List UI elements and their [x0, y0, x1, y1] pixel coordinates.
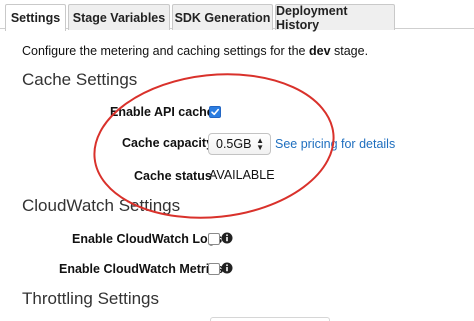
enable-cloudwatch-logs-label: Enable CloudWatch Logs: [72, 232, 223, 246]
cache-settings-title: Cache Settings: [22, 70, 138, 89]
tab-bar: Settings Stage Variables SDK Generation …: [0, 0, 474, 32]
cache-status-value: AVAILABLE: [209, 168, 275, 182]
enable-api-cache-checkbox[interactable]: [209, 106, 221, 118]
throttling-input-field[interactable]: [210, 317, 330, 321]
info-icon[interactable]: [221, 232, 233, 244]
tab-settings[interactable]: Settings: [5, 4, 66, 31]
tab-deployment-history[interactable]: Deployment History: [275, 3, 395, 32]
cache-capacity-select[interactable]: 0.5GB ▲ ▼: [208, 133, 271, 155]
checkmark-icon: [211, 108, 219, 116]
enable-api-cache-label: Enable API cache: [110, 105, 214, 119]
cache-capacity-label: Cache capacity: [122, 136, 214, 150]
see-pricing-link[interactable]: See pricing for details: [275, 137, 395, 151]
select-arrows-icon: ▲ ▼: [256, 136, 264, 152]
cache-capacity-value: 0.5GB: [216, 137, 252, 151]
stage-name: dev: [308, 44, 331, 58]
enable-cloudwatch-metrics-label: Enable CloudWatch Metrics: [59, 262, 224, 276]
tab-stage-variables[interactable]: Stage Variables: [68, 4, 170, 30]
tab-sdk-generation[interactable]: SDK Generation: [172, 4, 273, 30]
enable-cloudwatch-logs-checkbox[interactable]: [208, 233, 220, 245]
intro-text: Configure the metering and caching setti…: [22, 44, 368, 58]
intro-suffix: stage.: [330, 44, 369, 58]
tab-sdk-generation-label: SDK Generation: [174, 10, 271, 25]
tab-settings-label: Settings: [10, 11, 61, 25]
enable-cloudwatch-metrics-checkbox[interactable]: [208, 263, 220, 275]
cache-status-label: Cache status: [134, 169, 212, 183]
info-icon[interactable]: [221, 262, 233, 274]
tab-stage-variables-label: Stage Variables: [72, 10, 166, 25]
intro-prefix: Configure the metering and caching setti…: [22, 44, 309, 58]
cloudwatch-settings-title: CloudWatch Settings: [22, 196, 181, 215]
throttling-settings-title: Throttling Settings: [22, 289, 160, 308]
tab-deployment-history-label: Deployment History: [276, 3, 348, 32]
